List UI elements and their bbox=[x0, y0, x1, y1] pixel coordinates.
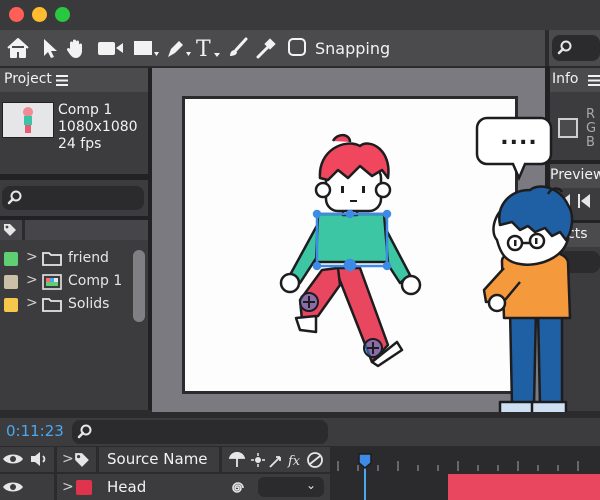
spiral-icon[interactable] bbox=[228, 479, 246, 497]
layer-label-color[interactable] bbox=[76, 480, 92, 495]
column-divider bbox=[219, 447, 222, 472]
chevron-down-icon: ⌄ bbox=[306, 478, 317, 492]
main-character bbox=[279, 133, 422, 368]
timeline-search-input[interactable] bbox=[72, 420, 328, 444]
audio-icon[interactable] bbox=[30, 451, 50, 467]
svg-text:fx: fx bbox=[287, 454, 301, 469]
eye-icon[interactable] bbox=[2, 480, 24, 494]
switches-icons[interactable]: fx bbox=[228, 451, 328, 469]
timecode[interactable]: 0:11:23 bbox=[6, 422, 64, 440]
playhead-icon[interactable] bbox=[358, 453, 372, 469]
column-divider bbox=[54, 447, 57, 472]
chevron-right-icon[interactable]: > bbox=[62, 451, 74, 467]
timeline-layer-row[interactable]: > Head ⌄ bbox=[0, 474, 330, 500]
speech-bubble-text: .... bbox=[500, 125, 538, 150]
label-tag-icon[interactable] bbox=[74, 452, 90, 468]
eye-icon[interactable] bbox=[2, 452, 24, 466]
second-character bbox=[482, 185, 574, 418]
parent-dropdown[interactable]: ⌄ bbox=[258, 477, 324, 497]
column-divider bbox=[96, 447, 99, 472]
timeline-column-header: > Source Name fx bbox=[0, 447, 330, 472]
layer-duration-bar[interactable] bbox=[448, 474, 600, 500]
layer-name[interactable]: Head bbox=[107, 478, 146, 496]
timeline-header: 0:11:23 bbox=[0, 418, 600, 446]
chevron-right-icon[interactable]: > bbox=[62, 479, 74, 495]
column-divider bbox=[54, 474, 57, 500]
search-icon bbox=[77, 424, 92, 439]
source-name-column[interactable]: Source Name bbox=[107, 450, 208, 468]
timeline-track-area[interactable] bbox=[330, 447, 600, 500]
